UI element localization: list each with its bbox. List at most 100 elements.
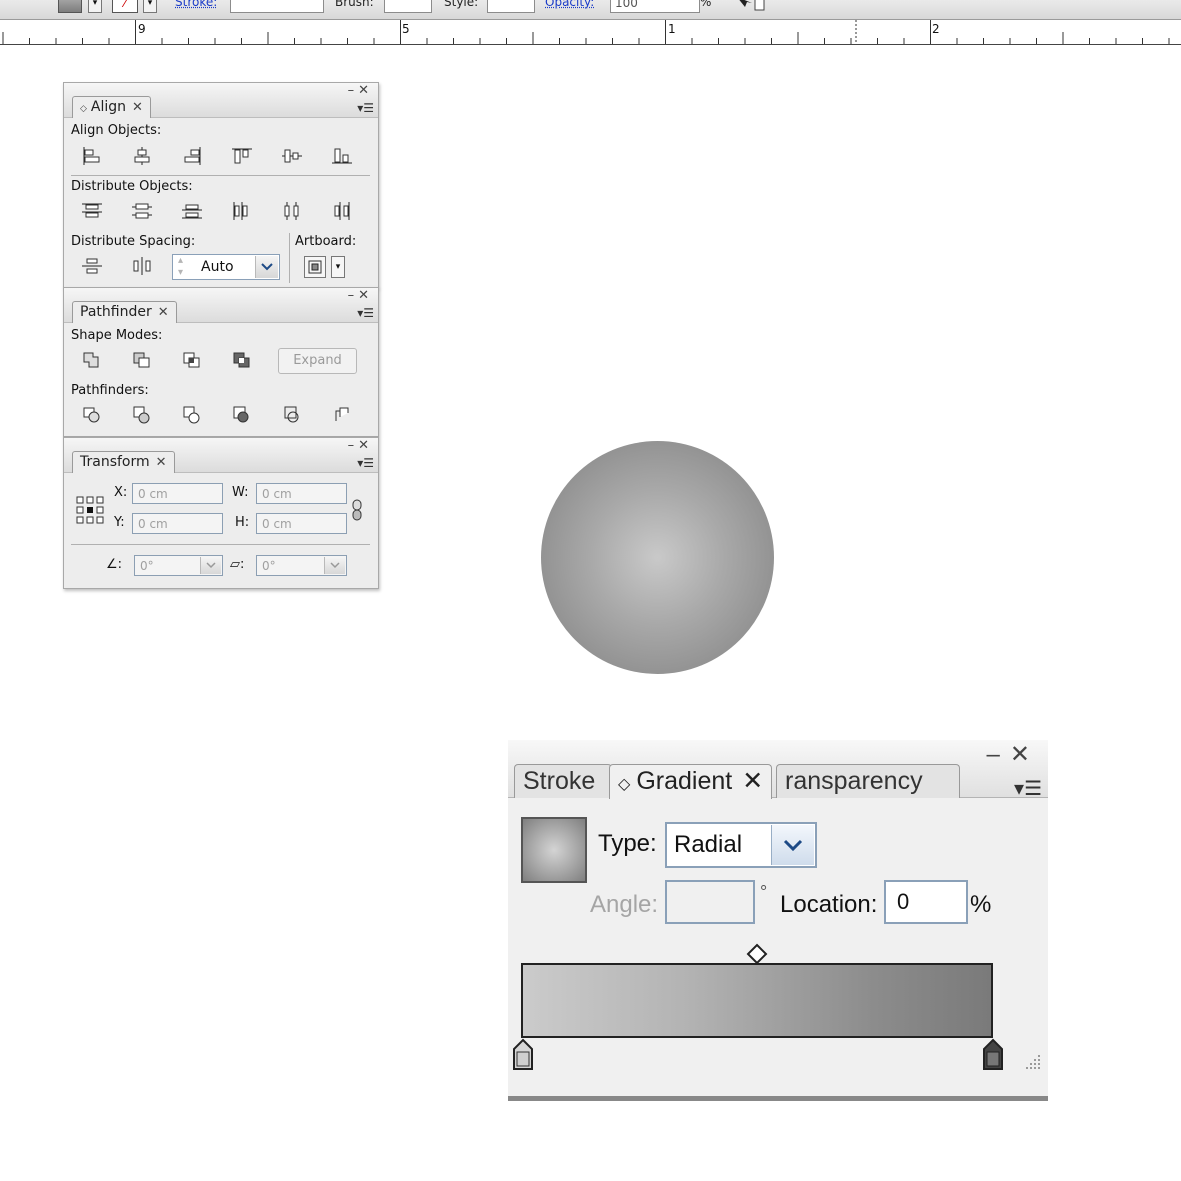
vertical-align-center-icon[interactable] — [281, 146, 303, 166]
divider — [71, 544, 370, 545]
tab-close-icon[interactable]: ✕ — [132, 100, 143, 115]
fill-dropdown[interactable]: ▾ — [88, 0, 102, 13]
resize-grip-icon[interactable] — [1022, 1051, 1042, 1076]
close-icon[interactable]: ✕ — [358, 438, 373, 453]
stroke-weight-field[interactable] — [230, 0, 324, 13]
control-bar: ▾ ⁄ ▾ Stroke: Brush: Style: Opacity: 100… — [0, 0, 1181, 20]
panel-window-buttons: –✕ — [987, 740, 1040, 769]
panel-menu-icon[interactable]: ▾☰ — [357, 101, 374, 115]
fill-swatch[interactable] — [58, 0, 82, 13]
exclude-icon[interactable] — [231, 350, 253, 370]
close-icon[interactable]: ✕ — [358, 288, 373, 303]
pathfinder-panel-header: –✕ ▾☰ Pathfinder ✕ — [64, 288, 378, 323]
tab-close-icon[interactable]: ✕ — [156, 455, 167, 470]
gradient-preview-swatch[interactable] — [521, 817, 587, 883]
tab-align[interactable]: ◇ Align ✕ — [72, 96, 151, 118]
minimize-icon[interactable]: – — [348, 438, 359, 453]
panel-menu-icon[interactable]: ▾☰ — [357, 456, 374, 470]
minimize-icon[interactable]: – — [348, 83, 359, 98]
reference-point-icon[interactable] — [75, 495, 105, 525]
horizontal-align-left-icon[interactable] — [81, 146, 103, 166]
shear-field[interactable]: 0° — [256, 555, 347, 576]
vertical-align-top-icon[interactable] — [231, 146, 253, 166]
minus-front-icon[interactable] — [131, 350, 153, 370]
horizontal-distribute-right-icon[interactable] — [331, 201, 353, 221]
vertical-distribute-space-icon[interactable] — [81, 256, 103, 276]
panel-window-buttons: –✕ — [348, 83, 373, 98]
horizontal-distribute-space-icon[interactable] — [131, 256, 153, 276]
w-label: W: — [232, 485, 249, 500]
artboard-dropdown-icon[interactable]: ▾ — [331, 256, 345, 278]
gradient-panel-header: –✕ ▾☰ Stroke ◇ Gradient ✕ ransparency — [508, 740, 1048, 801]
merge-icon[interactable] — [181, 405, 203, 425]
stroke-link[interactable]: Stroke: — [175, 0, 217, 11]
divide-icon[interactable] — [81, 405, 103, 425]
minimize-icon[interactable]: – — [987, 741, 1010, 768]
gradient-stop-start[interactable] — [511, 1038, 535, 1077]
outline-icon[interactable] — [281, 405, 303, 425]
trim-icon[interactable] — [131, 405, 153, 425]
tab-stroke[interactable]: Stroke — [514, 764, 612, 798]
y-field[interactable]: 0 cm — [132, 513, 223, 534]
vertical-distribute-top-icon[interactable] — [81, 201, 103, 221]
crop-icon[interactable] — [231, 405, 253, 425]
vertical-distribute-center-icon[interactable] — [131, 201, 153, 221]
brush-field[interactable] — [384, 0, 432, 13]
divider — [289, 233, 290, 283]
chevron-down-icon[interactable] — [771, 825, 814, 865]
rotate-field[interactable]: 0° — [134, 555, 223, 576]
stroke-dropdown[interactable]: ▾ — [143, 0, 157, 13]
close-icon[interactable]: ✕ — [1010, 741, 1040, 768]
location-field[interactable]: 0 — [884, 880, 968, 924]
rotate-angle-icon: ∠ — [106, 557, 118, 572]
tab-pathfinder[interactable]: Pathfinder ✕ — [72, 301, 177, 323]
gradient-slider[interactable] — [521, 963, 993, 1038]
chevron-down-icon[interactable] — [200, 557, 221, 574]
vertical-align-bottom-icon[interactable] — [331, 146, 353, 166]
horizontal-distribute-left-icon[interactable] — [231, 201, 253, 221]
unite-icon[interactable] — [81, 350, 103, 370]
minus-back-icon[interactable] — [331, 405, 353, 425]
location-unit: % — [970, 891, 992, 918]
horizontal-distribute-center-icon[interactable] — [281, 201, 303, 221]
constrain-proportions-icon[interactable] — [349, 498, 365, 522]
chevron-down-icon[interactable] — [324, 557, 345, 574]
expand-button[interactable]: Expand — [278, 348, 357, 374]
radial-gradient-circle[interactable] — [541, 441, 774, 674]
ruler-label: 1 — [668, 22, 676, 36]
tab-transparency[interactable]: ransparency — [776, 764, 960, 798]
x-field[interactable]: 0 cm — [132, 483, 223, 504]
h-label: H: — [235, 515, 250, 530]
w-field[interactable]: 0 cm — [256, 483, 347, 504]
tab-label: Transform — [80, 454, 150, 470]
tab-label: Align — [90, 99, 127, 115]
h-field[interactable]: 0 cm — [256, 513, 347, 534]
rotate-label: ∠: — [106, 557, 123, 572]
panel-menu-icon[interactable]: ▾☰ — [1014, 776, 1042, 801]
tab-close-icon[interactable]: ✕ — [158, 305, 169, 320]
shape-modes-label: Shape Modes: — [71, 328, 163, 343]
tab-transform[interactable]: Transform ✕ — [72, 451, 175, 473]
tab-close-icon[interactable]: ✕ — [742, 767, 763, 795]
stroke-swatch[interactable]: ⁄ — [112, 0, 138, 13]
spacing-value-field[interactable]: ▴ ▾ Auto — [172, 254, 280, 280]
gradient-type-select[interactable]: Radial — [665, 822, 817, 868]
opacity-field[interactable]: 100 — [610, 0, 700, 13]
intersect-icon[interactable] — [181, 350, 203, 370]
spinner-icon[interactable]: ▴ ▾ — [178, 255, 183, 279]
minimize-icon[interactable]: – — [348, 288, 359, 303]
close-icon[interactable]: ✕ — [358, 83, 373, 98]
style-field[interactable] — [487, 0, 535, 13]
gradient-stop-end[interactable] — [981, 1038, 1005, 1077]
x-label: X: — [114, 485, 128, 500]
align-to-artboard-icon[interactable] — [304, 256, 326, 278]
panel-menu-icon[interactable]: ▾☰ — [357, 306, 374, 320]
horizontal-align-center-icon[interactable] — [131, 146, 153, 166]
tab-gradient[interactable]: ◇ Gradient ✕ — [609, 764, 773, 799]
vertical-distribute-bottom-icon[interactable] — [181, 201, 203, 221]
horizontal-align-right-icon[interactable] — [181, 146, 203, 166]
opacity-link[interactable]: Opacity: — [545, 0, 594, 11]
recolor-icon[interactable] — [733, 0, 767, 11]
chevron-down-icon[interactable] — [255, 256, 278, 278]
angle-field[interactable] — [665, 880, 755, 924]
